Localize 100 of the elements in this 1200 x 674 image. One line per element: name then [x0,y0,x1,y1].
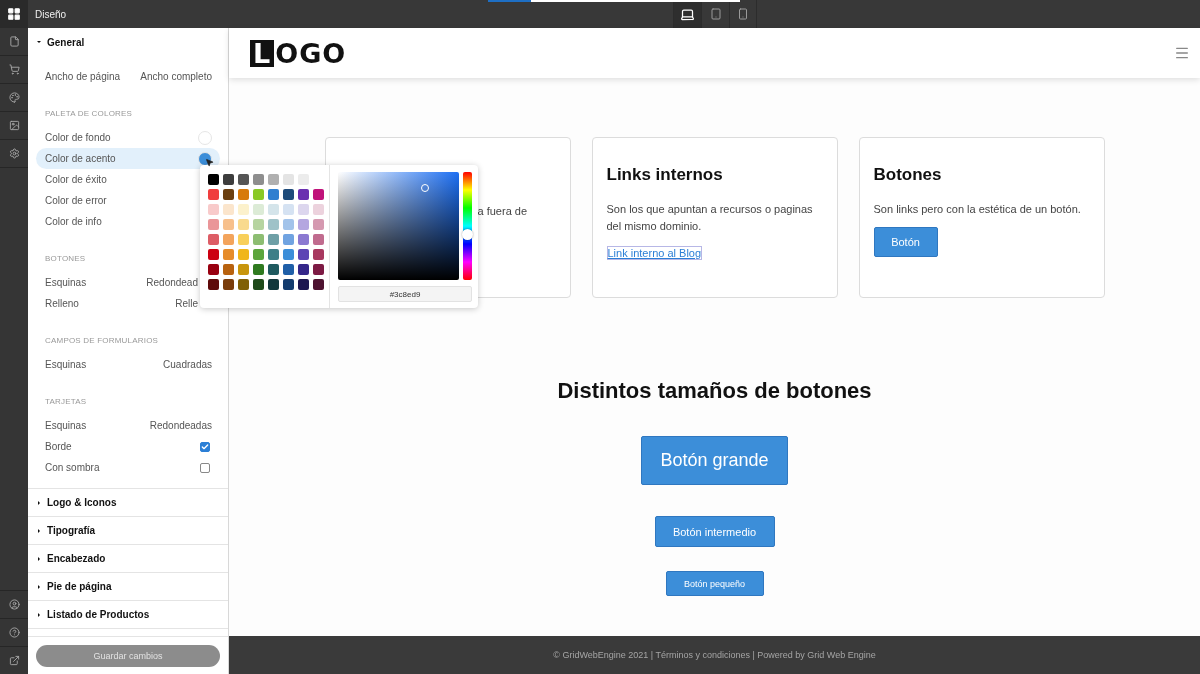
color-swatch[interactable] [298,249,309,260]
color-swatch[interactable] [283,204,294,215]
color-swatch[interactable] [313,264,324,275]
color-swatch[interactable] [208,219,219,230]
color-swatch[interactable] [313,234,324,245]
setting-value[interactable]: Cuadradas [163,359,212,370]
accordion-header[interactable]: Tipografía [28,517,228,545]
color-swatch[interactable] [268,249,279,260]
color-swatch[interactable] [268,279,279,290]
color-swatch[interactable] [268,204,279,215]
external-link-icon[interactable] [8,655,20,666]
desktop-view-button[interactable] [673,0,701,28]
color-swatch[interactable] [238,219,249,230]
color-swatch[interactable] [208,174,219,185]
color-setting-row[interactable]: Color de acento [36,148,220,169]
color-swatch[interactable] [268,264,279,275]
color-swatch[interactable] [253,189,264,200]
color-swatch[interactable] [283,264,294,275]
image-icon[interactable] [8,120,20,131]
color-swatch[interactable] [208,264,219,275]
file-icon[interactable] [8,36,20,47]
color-swatch[interactable] [313,204,324,215]
color-swatch[interactable] [208,234,219,245]
color-swatch[interactable] [283,249,294,260]
color-swatch[interactable] [208,189,219,200]
link[interactable]: Link interno al Blog [606,246,703,260]
settings-icon[interactable] [8,148,20,159]
color-swatch[interactable] [238,279,249,290]
hue-thumb[interactable] [462,228,473,240]
color-swatch[interactable] [313,189,324,200]
color-swatch[interactable] [238,189,249,200]
color-swatch[interactable] [283,189,294,200]
cursor-icon [205,158,214,167]
cart-icon[interactable] [8,64,20,75]
color-swatch[interactable] [283,234,294,245]
color-swatch[interactable] [313,249,324,260]
color-swatch[interactable] [253,249,264,260]
hue-slider[interactable] [463,172,472,280]
color-swatch[interactable] [238,234,249,245]
color-swatch[interactable] [298,219,309,230]
accordion-header[interactable]: General [28,28,228,56]
hex-field[interactable]: #3c8ed9 [338,286,472,302]
color-swatch[interactable] [253,279,264,290]
color-swatch[interactable] [223,204,234,215]
color-swatch[interactable] [253,174,264,185]
accordion-header[interactable]: Logo & Iconos [28,489,228,517]
phone-icon[interactable] [737,8,749,20]
checkbox[interactable] [200,462,210,473]
color-swatch[interactable] [268,189,279,200]
color-swatch[interactable] [313,279,324,290]
color-swatch[interactable] [208,279,219,290]
color-swatch[interactable] [298,204,309,215]
color-swatch[interactable] [268,174,279,185]
color-swatch[interactable] [253,219,264,230]
color-swatch[interactable] [298,279,309,290]
color-swatch[interactable] [283,279,294,290]
color-swatch[interactable] [208,204,219,215]
color-swatch[interactable] [253,204,264,215]
color-swatch[interactable] [208,249,219,260]
color-swatch[interactable] [223,174,234,185]
color-swatch[interactable] [238,264,249,275]
laptop-icon[interactable] [680,6,695,22]
color-swatch[interactable] [298,234,309,245]
color-swatch[interactable] [223,279,234,290]
checkbox[interactable] [200,441,210,452]
color-swatch[interactable] [298,189,309,200]
color-swatch[interactable] [238,249,249,260]
color-swatch[interactable] [298,264,309,275]
setting-value[interactable]: Redondead [146,277,198,288]
help-icon[interactable] [8,627,20,638]
color-swatch[interactable] [268,234,279,245]
setting-value[interactable]: Ancho completo [140,71,212,82]
color-swatch[interactable] [238,204,249,215]
color-dot[interactable] [198,151,212,166]
color-swatch[interactable] [253,234,264,245]
color-setting-row[interactable]: Color de fondo [36,127,220,148]
color-swatch[interactable] [253,264,264,275]
accordion-header[interactable]: Encabezado [28,545,228,573]
color-swatch[interactable] [313,219,324,230]
color-swatch[interactable] [283,219,294,230]
color-swatch[interactable] [283,174,294,185]
logo[interactable]: LOGO [250,39,347,67]
color-swatch[interactable] [268,219,279,230]
menu-icon[interactable] [1174,45,1190,61]
saturation-area[interactable] [338,172,459,280]
accordion-header[interactable]: Pie de página [28,573,228,601]
color-swatch[interactable] [223,189,234,200]
caret-right-icon [37,612,41,617]
color-swatch[interactable] [223,249,234,260]
palette-icon[interactable] [8,92,20,103]
accordion-header[interactable]: Listado de Productos [28,601,228,629]
setting-label: Relleno [45,298,79,309]
user-icon[interactable] [8,599,20,610]
setting-value[interactable]: Relle [175,298,198,309]
color-swatch[interactable] [238,174,249,185]
grid-icon[interactable] [7,7,21,21]
setting-value[interactable]: Redondeadas [149,420,212,431]
color-swatch[interactable] [223,264,234,275]
color-swatch[interactable] [223,219,234,230]
color-swatch[interactable] [223,234,234,245]
